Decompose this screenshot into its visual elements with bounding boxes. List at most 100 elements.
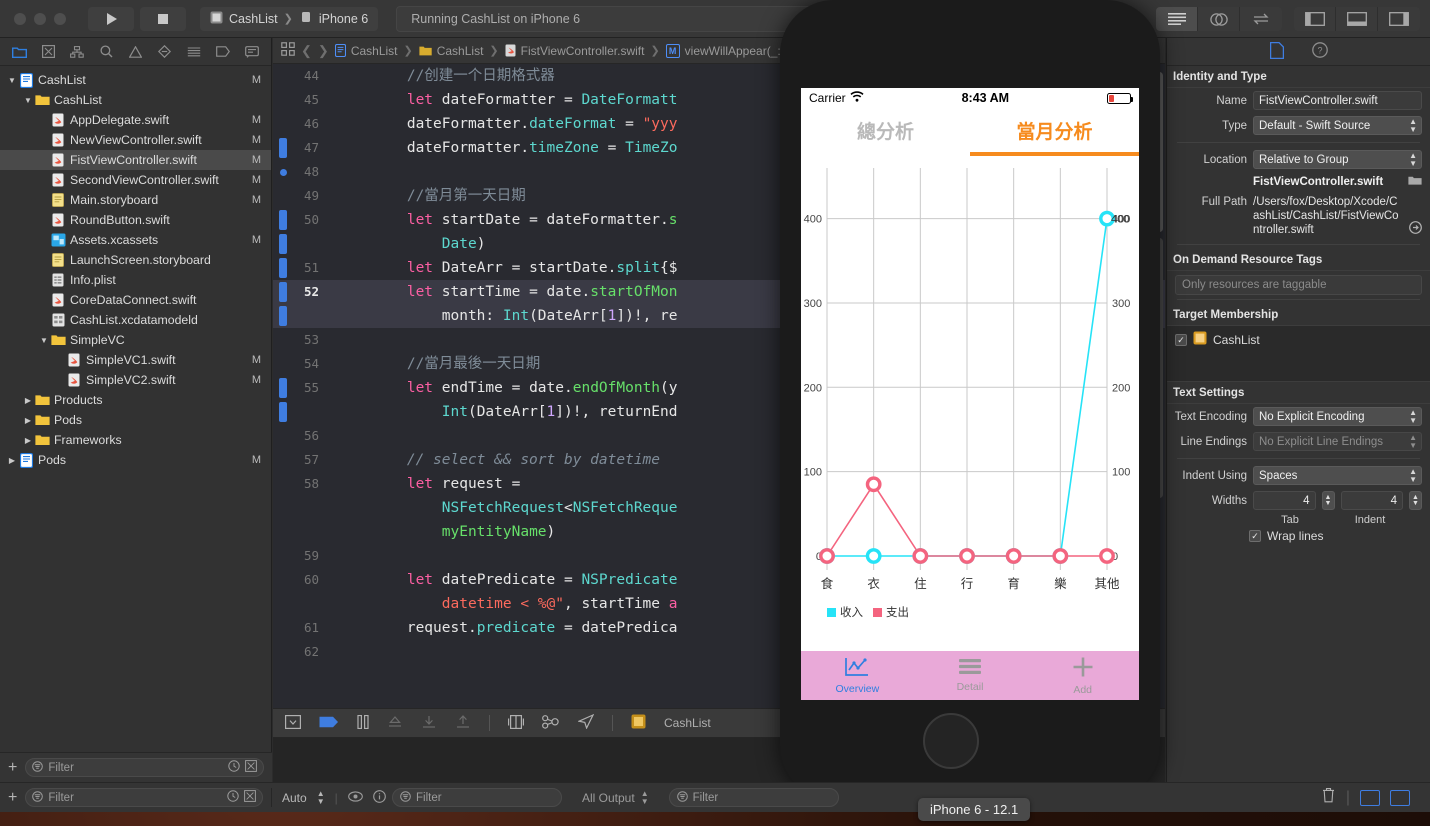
simulator-screen[interactable]: Carrier 8:43 AM 總分析 當月分析 100 100 200 200…: [801, 88, 1139, 700]
nav-item-products[interactable]: ▶ Products: [0, 390, 271, 410]
tab-width-field[interactable]: 4: [1253, 491, 1316, 510]
breadcrumb-item-3[interactable]: M viewWillAppear(_:): [665, 43, 785, 58]
simulate-location-icon[interactable]: [577, 713, 595, 732]
nav-item-cashlist-xcdatamodeld[interactable]: CashList.xcdatamodeld: [0, 310, 271, 330]
navigator-filter-field[interactable]: Filter: [25, 758, 264, 777]
deactivate-breakpoints-icon[interactable]: [319, 716, 339, 731]
nav-item-roundbutton-swift[interactable]: RoundButton.swift: [0, 210, 271, 230]
debug-memory-graph-icon[interactable]: [542, 714, 560, 732]
output-scope-chevron-icon[interactable]: ▲ ▼: [641, 789, 649, 806]
disclosure-down-icon[interactable]: ▼: [38, 336, 50, 345]
simulator-home-button[interactable]: [923, 713, 979, 769]
line-endings-select[interactable]: No Explicit Line Endings ▲ ▼: [1253, 432, 1422, 451]
nav-item-frameworks[interactable]: ▶ Frameworks: [0, 430, 271, 450]
minimize-button[interactable]: [34, 12, 46, 25]
disclosure-right-icon[interactable]: ▶: [22, 396, 34, 405]
nav-item-launchscreen-storyboard[interactable]: LaunchScreen.storyboard: [0, 250, 271, 270]
wrap-lines-checkbox[interactable]: ✓: [1249, 530, 1261, 542]
nav-item-pods[interactable]: ▶ Pods: [0, 410, 271, 430]
disclosure-right-icon[interactable]: ▶: [6, 456, 18, 465]
close-button[interactable]: [14, 12, 26, 25]
recent-files-icon[interactable]: [228, 760, 240, 775]
disclosure-right-icon[interactable]: ▶: [22, 436, 34, 445]
tab-month-analysis[interactable]: 當月分析: [970, 108, 1139, 152]
scheme-selector[interactable]: CashList ❯ iPhone 6: [200, 6, 379, 31]
nav-item-coredataconnect-swift[interactable]: CoreDataConnect.swift: [0, 290, 271, 310]
zoom-button[interactable]: [54, 12, 66, 25]
name-field[interactable]: FistViewController.swift: [1253, 91, 1422, 110]
nav-item-cashlist[interactable]: ▼ CashList: [0, 90, 271, 110]
quick-help-inspector-tab[interactable]: ?: [1311, 42, 1328, 61]
tabbar-item-overview[interactable]: Overview: [801, 651, 914, 700]
target-checkbox[interactable]: ✓: [1175, 333, 1187, 346]
breadcrumb-item-1[interactable]: CashList: [419, 44, 483, 58]
breadcrumb-item-2[interactable]: FistViewController.swift: [505, 44, 644, 58]
data-point[interactable]: [865, 548, 882, 564]
output-scope-label[interactable]: All Output: [582, 791, 635, 805]
variables-filter-field[interactable]: Filter: [392, 788, 562, 807]
show-variables-pane-button[interactable]: [1360, 789, 1380, 806]
trash-icon[interactable]: [1321, 787, 1336, 808]
hide-debug-area-icon[interactable]: [285, 714, 302, 732]
issue-navigator-tab[interactable]: [122, 41, 148, 63]
version-editor-icon[interactable]: [1240, 7, 1282, 31]
breadcrumb-item-0[interactable]: CashList: [334, 44, 398, 58]
nav-item-simplevc[interactable]: ▼ SimpleVC: [0, 330, 271, 350]
tabbar-item-detail[interactable]: Detail: [914, 651, 1027, 700]
project-navigator-tab[interactable]: [6, 41, 32, 63]
scope-label[interactable]: Auto: [282, 791, 307, 805]
show-console-pane-button[interactable]: [1390, 789, 1410, 806]
nav-item-cashlist[interactable]: ▼ CashList M: [0, 70, 271, 90]
assistant-editor-icon[interactable]: [1198, 7, 1240, 31]
disclosure-down-icon[interactable]: ▼: [22, 96, 34, 105]
data-point[interactable]: [912, 548, 929, 564]
watch-icon[interactable]: [347, 790, 363, 805]
tab-width-stepper[interactable]: ▲ ▼: [1321, 491, 1335, 510]
debug-view-hierarchy-icon[interactable]: [508, 714, 524, 732]
choose-folder-icon[interactable]: [1408, 175, 1422, 189]
disclosure-down-icon[interactable]: ▼: [6, 76, 18, 85]
line-chart[interactable]: 100 100 200 200 300 300 400 400 0 0 400 食衣住行育樂其他 收入…: [801, 156, 1139, 626]
toggle-debug-area-icon[interactable]: [1336, 7, 1378, 31]
recent-files-icon-2[interactable]: [227, 790, 239, 805]
data-point[interactable]: [819, 548, 835, 564]
bottom-filter-field[interactable]: Filter: [25, 788, 263, 807]
nav-item-secondviewcontroller-swift[interactable]: SecondViewController.swift M: [0, 170, 271, 190]
indent-width-field[interactable]: 4: [1340, 491, 1403, 510]
go-forward-button[interactable]: ❯: [318, 43, 329, 59]
nav-item-simplevc2-swift[interactable]: SimpleVC2.swift M: [0, 370, 271, 390]
encoding-select[interactable]: No Explicit Encoding ▲ ▼: [1253, 407, 1422, 426]
source-control-navigator-tab[interactable]: [35, 41, 61, 63]
pause-button[interactable]: [357, 714, 369, 732]
source-control-filter-icon[interactable]: [245, 760, 257, 775]
nav-item-newviewcontroller-swift[interactable]: NewViewController.swift M: [0, 130, 271, 150]
data-point[interactable]: [865, 476, 882, 493]
indent-width-stepper[interactable]: ▲ ▼: [1409, 491, 1422, 510]
nav-item-pods[interactable]: ▶ Pods M: [0, 450, 271, 470]
data-point[interactable]: [1099, 548, 1115, 564]
window-controls[interactable]: [0, 12, 66, 25]
console-filter-field[interactable]: Filter: [668, 788, 839, 807]
source-control-filter-icon-2[interactable]: [244, 790, 256, 805]
debug-navigator-tab[interactable]: [181, 41, 207, 63]
tab-total-analysis[interactable]: 總分析: [801, 108, 970, 152]
nav-item-main-storyboard[interactable]: Main.storyboard M: [0, 190, 271, 210]
test-navigator-tab[interactable]: [152, 41, 178, 63]
nav-item-simplevc1-swift[interactable]: SimpleVC1.swift M: [0, 350, 271, 370]
disclosure-right-icon[interactable]: ▶: [22, 416, 34, 425]
stop-button[interactable]: [140, 6, 186, 31]
report-navigator-tab[interactable]: [239, 41, 265, 63]
data-point[interactable]: [959, 548, 975, 564]
type-select[interactable]: Default - Swift Source ▲ ▼: [1253, 116, 1422, 135]
indent-using-select[interactable]: Spaces ▲ ▼: [1253, 466, 1422, 485]
breakpoint-navigator-tab[interactable]: [210, 41, 236, 63]
standard-editor-icon[interactable]: [1156, 7, 1198, 31]
toggle-inspector-icon[interactable]: [1378, 7, 1420, 31]
file-inspector-tab[interactable]: [1269, 41, 1284, 62]
tabbar-item-add[interactable]: Add: [1026, 651, 1139, 700]
related-items-icon[interactable]: [281, 42, 295, 59]
odr-field[interactable]: Only resources are taggable: [1175, 275, 1422, 295]
bottom-add-button[interactable]: +: [8, 789, 17, 806]
nav-item-fistviewcontroller-swift[interactable]: FistViewController.swift M: [0, 150, 271, 170]
scope-chevron-icon[interactable]: ▲ ▼: [317, 789, 325, 806]
